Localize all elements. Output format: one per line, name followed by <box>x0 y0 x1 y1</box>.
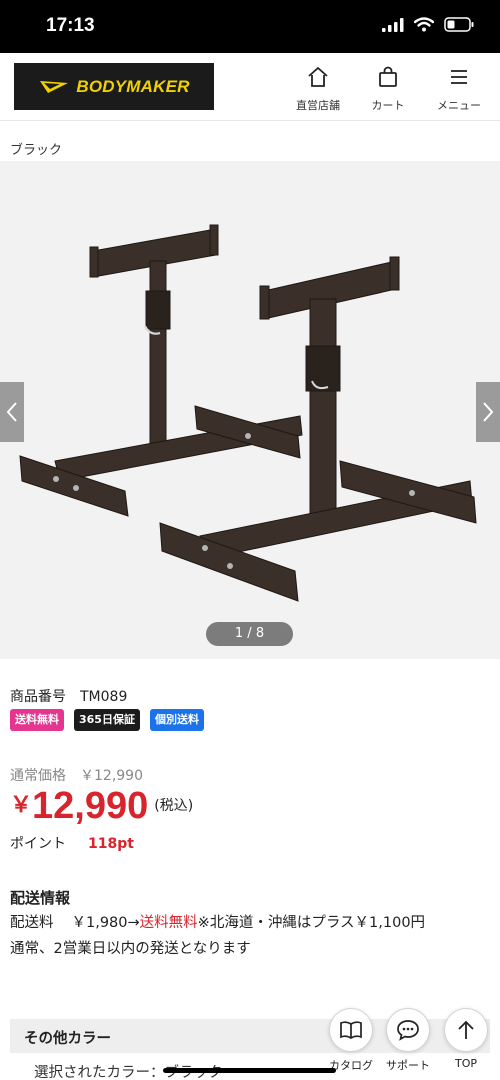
badge-individual-shipping: 個別送料 <box>149 709 204 731</box>
image-counter: 1 / 8 <box>206 622 293 646</box>
shipping-note: ※北海道・沖縄はプラス￥1,100円 <box>197 915 426 931</box>
nav-cart-label: カート <box>371 99 405 112</box>
points: ポイント 118pt <box>10 833 134 853</box>
product-code: 商品番号 TM089 <box>10 686 127 706</box>
top-label: TOP <box>454 1057 477 1070</box>
gallery-prev-button[interactable] <box>0 382 24 442</box>
other-colors-title: その他カラー <box>24 1031 111 1047</box>
sale-price-amount: 12,990 <box>32 785 149 827</box>
battery-icon <box>444 17 474 32</box>
book-icon <box>340 1021 362 1039</box>
product-code-value: TM089 <box>80 689 128 705</box>
logo-swoosh-icon <box>40 80 69 93</box>
support-button[interactable] <box>386 1008 430 1052</box>
points-label: ポイント <box>10 836 66 852</box>
selected-color-label: ブラック <box>10 143 63 158</box>
chevron-left-icon <box>6 402 17 422</box>
status-icons <box>382 17 474 32</box>
shipping-fee: 配送料 ￥1,980→送料無料※北海道・沖縄はプラス￥1,100円 <box>10 911 425 932</box>
badge-warranty: 365日保証 <box>74 709 140 731</box>
badge-free-shipping: 送料無料 <box>10 709 64 731</box>
regular-price-value: ￥12,990 <box>80 768 143 784</box>
logo-text: BODYMAKER <box>76 76 190 96</box>
home-icon <box>308 67 328 87</box>
nav-menu-label: メニュー <box>437 99 481 112</box>
sale-currency: ￥ <box>10 793 33 818</box>
sale-price: ￥12,990 (税込) <box>10 785 193 828</box>
nav-cart-button[interactable]: カート <box>353 65 423 113</box>
tax-note: (税込) <box>154 798 194 814</box>
nav-store-label: 直営店舗 <box>296 99 340 112</box>
product-image-gallery[interactable]: 1 / 8 <box>0 161 500 659</box>
shipping-fee-text: ￥1,980→ <box>71 915 140 931</box>
chat-icon <box>397 1020 419 1041</box>
arrow-up-icon <box>458 1020 474 1039</box>
shopping-bag-icon <box>379 66 397 87</box>
badge-list: 送料無料 365日保証 個別送料 <box>10 709 204 731</box>
product-image <box>19 224 477 602</box>
catalog-button[interactable] <box>329 1008 373 1052</box>
chevron-right-icon <box>483 402 494 422</box>
shipping-free-text: 送料無料 <box>139 915 198 931</box>
status-bar: 17:13 <box>0 0 500 53</box>
home-indicator <box>163 1068 336 1073</box>
top-button[interactable] <box>444 1008 488 1052</box>
menu-icon <box>451 70 467 84</box>
nav-store-button[interactable]: 直営店舗 <box>283 65 353 113</box>
points-value: 118pt <box>88 836 134 852</box>
nav-menu-button[interactable]: メニュー <box>424 65 494 113</box>
regular-price: 通常価格 ￥12,990 <box>10 765 143 785</box>
delivery-note: 通常、2営業日以内の発送となります <box>10 941 251 957</box>
regular-price-label: 通常価格 <box>10 768 66 784</box>
brand-logo[interactable]: BODYMAKER <box>14 63 214 110</box>
site-header: BODYMAKER 直営店舗 カート メニュー <box>0 53 500 121</box>
shipping-title: 配送情報 <box>10 889 71 907</box>
product-code-label: 商品番号 <box>10 689 66 705</box>
shipping-fee-label: 配送料 <box>10 915 54 931</box>
signal-icon <box>382 17 404 32</box>
status-time: 17:13 <box>46 15 95 36</box>
wifi-icon <box>414 17 434 32</box>
gallery-next-button[interactable] <box>476 382 500 442</box>
